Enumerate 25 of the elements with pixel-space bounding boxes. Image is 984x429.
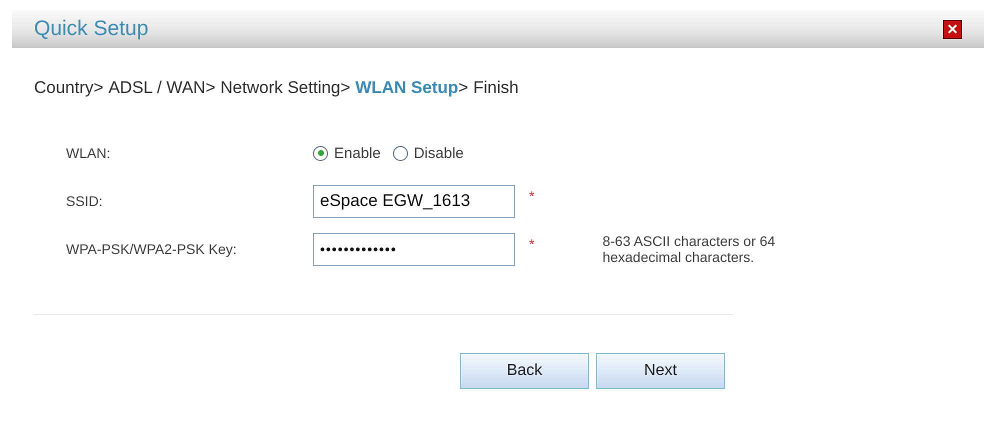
input-field[interactable]: eSpace EGW_1613 <box>313 184 515 218</box>
close-button[interactable]: × <box>943 20 962 38</box>
radio-option[interactable]: Disable <box>392 144 464 162</box>
required-mark: * <box>529 236 534 252</box>
field-label: WPA-PSK/WPA2-PSK Key: <box>66 241 238 257</box>
breadcrumb-step: Network Setting <box>220 78 340 98</box>
breadcrumb-step: ADSL / WAN <box>108 78 206 98</box>
dialog-title: Quick Setup <box>34 17 148 41</box>
required-mark: * <box>529 188 534 204</box>
radio-icon[interactable] <box>392 146 408 160</box>
breadcrumb-step: Finish <box>473 78 519 98</box>
next-button[interactable]: Next <box>596 353 725 389</box>
breadcrumb-separator: > <box>458 78 468 98</box>
password-field[interactable]: ••••••••••••• <box>313 232 515 266</box>
radio-option[interactable]: Enable <box>313 144 381 162</box>
breadcrumb-separator: > <box>340 78 350 98</box>
breadcrumb-step: WLAN Setup <box>355 78 458 98</box>
breadcrumb-step: Country <box>34 78 94 98</box>
field-label: WLAN: <box>66 145 112 161</box>
hint-text: 8-63 ASCII characters or 64 hexadecimal characters. <box>602 233 776 265</box>
breadcrumb-separator: > <box>205 78 216 98</box>
breadcrumb-separator: > <box>94 78 104 98</box>
radio-icon[interactable] <box>313 146 328 160</box>
field-label: SSID: <box>66 193 104 209</box>
back-button[interactable]: Back <box>460 353 589 389</box>
